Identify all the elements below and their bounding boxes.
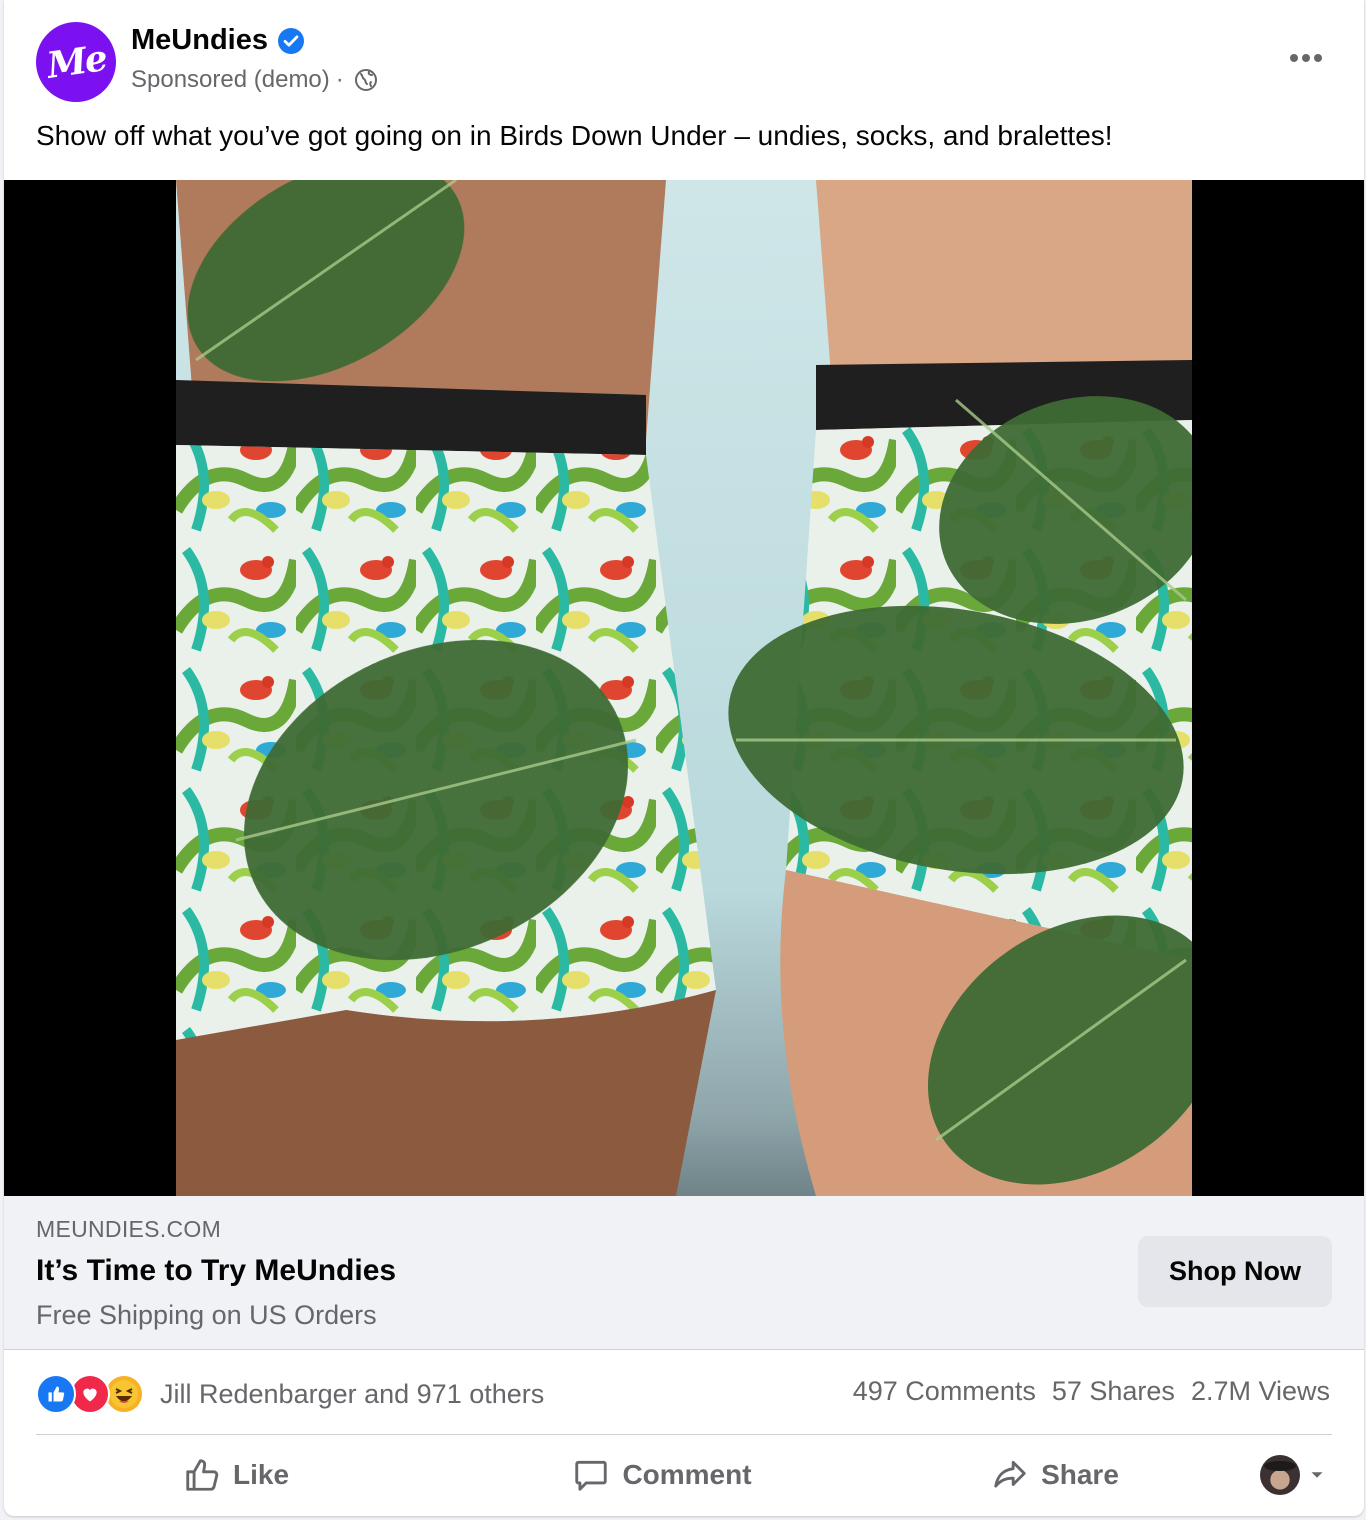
reaction-summary[interactable]: Jill Redenbarger and 971 others — [36, 1374, 544, 1414]
comment-button[interactable]: Comment — [436, 1440, 888, 1510]
link-headline: It’s Time to Try MeUndies — [36, 1254, 397, 1287]
video-player[interactable] — [4, 180, 1364, 1347]
page-avatar[interactable]: Me — [36, 22, 116, 102]
page-name[interactable]: MeUndies — [131, 24, 268, 57]
post-header: Me MeUndies Sponsored (demo) · Show off … — [4, 0, 1364, 180]
comments-count[interactable]: 497 Comments — [853, 1376, 1036, 1407]
love-reaction-icon — [70, 1374, 110, 1414]
comment-icon — [575, 1460, 608, 1491]
actions-divider — [36, 1434, 1332, 1435]
verified-badge-icon — [277, 27, 304, 54]
link-preview[interactable]: MEUNDIES.COM It’s Time to Try MeUndies F… — [4, 1196, 1364, 1350]
share-label: Share — [1041, 1459, 1119, 1490]
identity-selector[interactable] — [1222, 1440, 1332, 1510]
haha-reaction-icon — [104, 1374, 144, 1414]
user-avatar — [1260, 1455, 1300, 1495]
post-caption: Show off what you’ve got going on in Bir… — [36, 120, 1113, 151]
reactors-text[interactable]: Jill Redenbarger and 971 others — [160, 1379, 544, 1410]
globe-icon[interactable] — [354, 68, 378, 92]
video-frame — [176, 180, 1192, 1196]
sponsored-post-card: Me MeUndies Sponsored (demo) · Show off … — [4, 0, 1364, 1516]
shop-now-button[interactable]: Shop Now — [1138, 1236, 1332, 1307]
sponsored-label[interactable]: Sponsored (demo) — [131, 66, 330, 94]
like-reaction-icon — [36, 1374, 76, 1414]
engagement-stats: Jill Redenbarger and 971 others 497 Comm… — [4, 1350, 1364, 1434]
engagement-counts: 497 Comments 57 Shares 2.7M Views — [853, 1376, 1330, 1407]
like-label: Like — [232, 1459, 290, 1490]
post-actions-bar: Like Comment Share — [36, 1440, 1332, 1510]
chevron-down-icon — [1311, 1472, 1323, 1478]
comment-label: Comment — [622, 1459, 752, 1490]
link-domain: MEUNDIES.COM — [36, 1216, 222, 1242]
avatar-logo-text: Me — [43, 37, 109, 87]
link-description: Free Shipping on US Orders — [36, 1300, 377, 1330]
more-options-icon — [1290, 54, 1322, 62]
page-name-link[interactable]: MeUndies — [131, 24, 304, 57]
thumbs-up-icon — [186, 1459, 219, 1491]
meta-separator: · — [335, 66, 344, 93]
product-photo-illustration — [176, 180, 1192, 1196]
shares-count[interactable]: 57 Shares — [1052, 1376, 1175, 1407]
share-button[interactable]: Share — [888, 1440, 1222, 1510]
like-button[interactable]: Like — [36, 1440, 436, 1510]
share-icon — [994, 1460, 1026, 1488]
post-meta: Sponsored (demo) · — [131, 66, 378, 94]
more-options-button[interactable] — [1284, 40, 1328, 76]
views-count: 2.7M Views — [1190, 1376, 1330, 1406]
